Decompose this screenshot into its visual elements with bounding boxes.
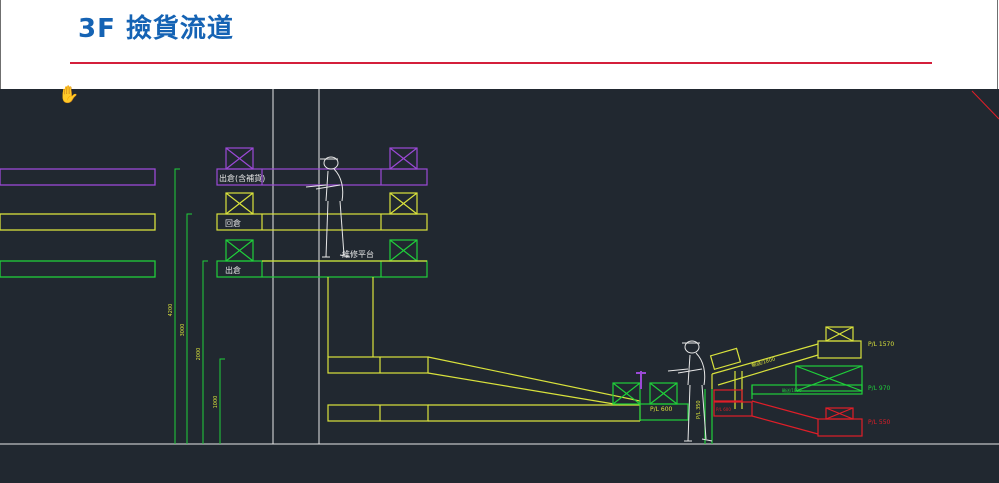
label-slope-upper: 輸送/1800 <box>751 355 776 368</box>
label-pl-600: P/L 600 <box>650 406 673 413</box>
red-conveyor <box>713 389 863 437</box>
dimension-2000: 2000 <box>196 348 202 361</box>
dimension-3000: 3000 <box>180 324 186 337</box>
green-rack-bar <box>0 260 156 278</box>
upper-inclined-conveyor <box>709 326 862 409</box>
right-border-line <box>997 0 998 90</box>
dimension-1000: 1000 <box>213 396 219 409</box>
yellow-rack-bar <box>0 213 156 231</box>
cad-drawing: 4200 3000 2000 1000 出倉(含補貨) 回倉 出倉 維修平台 P… <box>0 89 999 445</box>
operator-figure-upper <box>305 156 351 258</box>
label-pl-1570: P/L 1570 <box>868 341 894 348</box>
hand-cursor-icon: ✋ <box>58 85 80 105</box>
label-red-pl: P/L 600 <box>716 407 731 412</box>
left-border-line <box>0 0 1 90</box>
middle-green-conveyor <box>751 365 863 399</box>
cad-drawing-canvas[interactable]: 4200 3000 2000 1000 出倉(含補貨) 回倉 出倉 維修平台 P… <box>0 89 999 483</box>
label-pl-550: P/L 550 <box>868 419 891 426</box>
return-level <box>216 192 428 231</box>
label-pl-970: P/L 970 <box>868 385 891 392</box>
label-pl-350: P/L 350 <box>696 400 702 419</box>
label-outbound: 出倉 <box>225 265 241 275</box>
title-underline <box>70 62 932 64</box>
label-maintenance-platform: 維修平台 <box>342 249 374 259</box>
dimension-4200: 4200 <box>168 304 174 317</box>
corner-red-line <box>971 90 999 120</box>
label-slope-lower: 輸送/1800 <box>782 387 802 393</box>
blue-marker <box>636 371 646 389</box>
label-return: 回倉 <box>225 218 241 228</box>
outbound-bottom-level <box>216 239 428 278</box>
page-title: 3F 撿貨流道 <box>78 14 234 44</box>
purple-rack-bar <box>0 168 156 186</box>
label-outbound-replenish: 出倉(含補貨) <box>219 173 265 183</box>
